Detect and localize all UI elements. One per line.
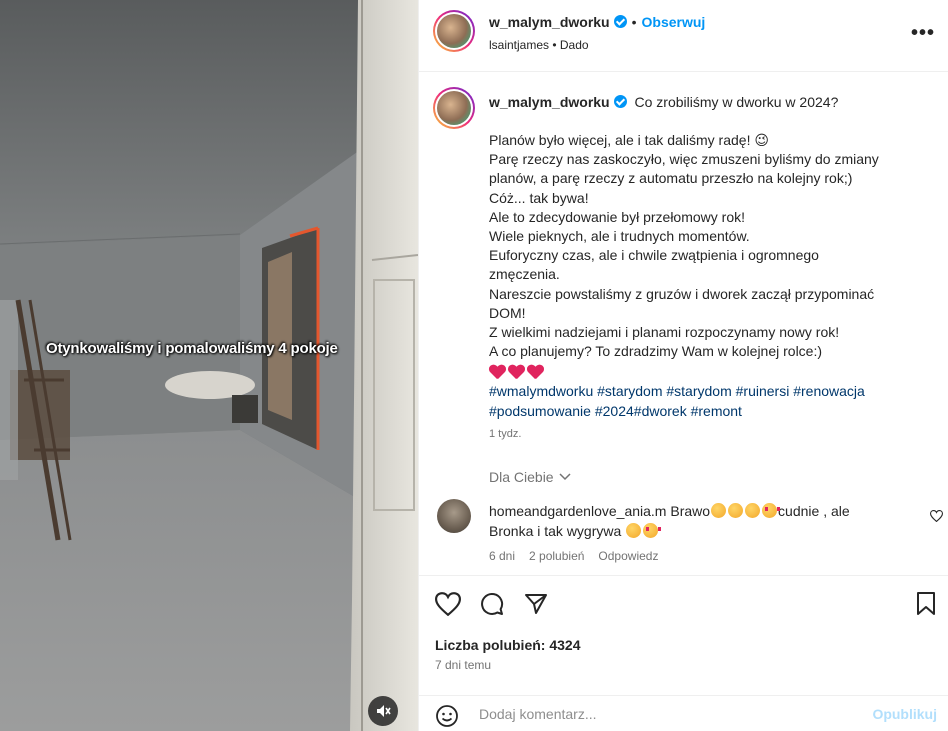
separator-dot: •: [631, 14, 637, 30]
share-paper-plane-icon[interactable]: [523, 592, 549, 616]
commenter-username[interactable]: homeandgardenlove_ania.m: [489, 503, 666, 519]
room-photo: [0, 0, 418, 731]
comment-age: 6 dni: [489, 549, 516, 563]
comment-meta: 6 dni 2 polubień Odpowiedz: [489, 549, 658, 563]
hearts-emoji-row: [489, 365, 934, 380]
comment-text: homeandgardenlove_ania.m Brawo cudnie , a…: [489, 501, 909, 541]
emoji-smile-icon[interactable]: [435, 704, 459, 728]
post-header: w_malym_dworku • Obserwuj lsaintjames • Da…: [419, 0, 948, 72]
comment-text-a: Brawo: [670, 503, 711, 519]
author-username[interactable]: w_malym_dworku: [489, 14, 610, 30]
caption-line: Parę rzeczy nas zaskoczyło, więc zmuszen…: [489, 151, 879, 168]
clapping-hands-icon: [728, 503, 744, 518]
caption-line: Euforyczny czas, ale i chwile zwątpienia…: [489, 247, 819, 264]
comment-text-c: Bronka i tak wygrywa: [489, 523, 622, 539]
commenter-avatar[interactable]: [437, 499, 471, 533]
post-sidebar: w_malym_dworku • Obserwuj lsaintjames • Da…: [418, 0, 948, 731]
chevron-down-icon: [559, 473, 572, 481]
caption-line: Nareszcie powstaliśmy z gruzów i dworek …: [489, 285, 875, 302]
bookmark-icon[interactable]: [915, 592, 937, 616]
post-media[interactable]: Otynkowaliśmy i pomalowaliśmy 4 pokoje: [0, 0, 418, 731]
caption-line: Z wielkimi nadziejami i planami rozpoczy…: [489, 324, 840, 341]
caption-body: Planów było więcej, ale i tak daliśmy ra…: [489, 131, 934, 421]
video-overlay-text: Otynkowaliśmy i pomalowaliśmy 4 pokoje: [46, 340, 338, 357]
reply-button[interactable]: Odpowiedz: [598, 549, 658, 563]
more-options-icon[interactable]: •••: [911, 22, 935, 45]
verified-badge-icon: [613, 15, 627, 28]
clapping-hands-icon: [711, 503, 727, 518]
audio-attribution[interactable]: lsaintjames • Dado: [489, 38, 589, 52]
clapping-hands-icon: [745, 503, 761, 518]
likes-count[interactable]: Liczba polubień: 4324: [435, 637, 580, 653]
comment-likes[interactable]: 2 polubień: [529, 549, 584, 563]
publish-button[interactable]: Opublikuj: [872, 706, 937, 722]
post-time: 7 dni temu: [435, 658, 492, 672]
caption-title: Co zrobiliśmy w dworku w 2024?: [634, 94, 839, 110]
author-avatar[interactable]: [433, 10, 475, 52]
comment-input[interactable]: [477, 702, 857, 726]
caption-line: planów, a parę rzeczy z automatu przeszł…: [489, 170, 853, 187]
for-you-filter[interactable]: Dla Ciebie: [489, 469, 572, 485]
like-heart-icon[interactable]: [435, 592, 461, 616]
hashtags-line[interactable]: #podsumowanie #2024#dworek #remont: [489, 402, 934, 421]
comment-text-b: cudnie , ale: [778, 503, 850, 519]
caption-line: Ale to zdecydowanie był przełomowy rok!: [489, 208, 746, 225]
caption-age: 1 tydz.: [489, 428, 522, 440]
caption-line: Planów było więcej, ale i tak daliśmy ra…: [489, 132, 769, 148]
hashtags-line[interactable]: #wmalymdworku #starydom #starydom #ruine…: [489, 382, 934, 401]
for-you-label: Dla Ciebie: [489, 469, 554, 485]
winking-tongue-icon: [626, 523, 642, 538]
caption-author-avatar[interactable]: [433, 87, 475, 129]
red-heart-icon: [508, 365, 525, 380]
caption-line: Wiele pieknych, ale i trudnych momentów.: [489, 228, 750, 245]
caption-header: w_malym_dworku Co zrobiliśmy w dworku w …: [489, 93, 929, 111]
comment-like-button[interactable]: [929, 509, 944, 527]
heart-eyes-icon: [643, 523, 662, 538]
add-comment-bar: Opublikuj: [419, 695, 948, 731]
caption-line: DOM!: [489, 304, 526, 321]
speaker-muted-icon: [377, 705, 391, 717]
heart-outline-icon: [929, 510, 944, 523]
mute-button[interactable]: [368, 696, 398, 726]
comments-area: w_malym_dworku Co zrobiliśmy w dworku w …: [419, 73, 948, 575]
red-heart-icon: [489, 365, 506, 380]
action-bar: Liczba polubień: 4324 7 dni temu: [419, 575, 948, 695]
heart-eyes-icon: [762, 503, 781, 518]
caption-line: zmęczenia.: [489, 266, 560, 283]
caption-line: A co planujemy? To zdradzimy Wam w kolej…: [489, 343, 823, 360]
follow-button[interactable]: Obserwuj: [642, 14, 706, 30]
verified-badge-icon: [613, 95, 627, 108]
comment-bubble-icon[interactable]: [479, 592, 505, 616]
red-heart-icon: [527, 365, 544, 380]
caption-username[interactable]: w_malym_dworku: [489, 94, 610, 110]
caption-line: Cóż... tak bywa!: [489, 189, 589, 206]
